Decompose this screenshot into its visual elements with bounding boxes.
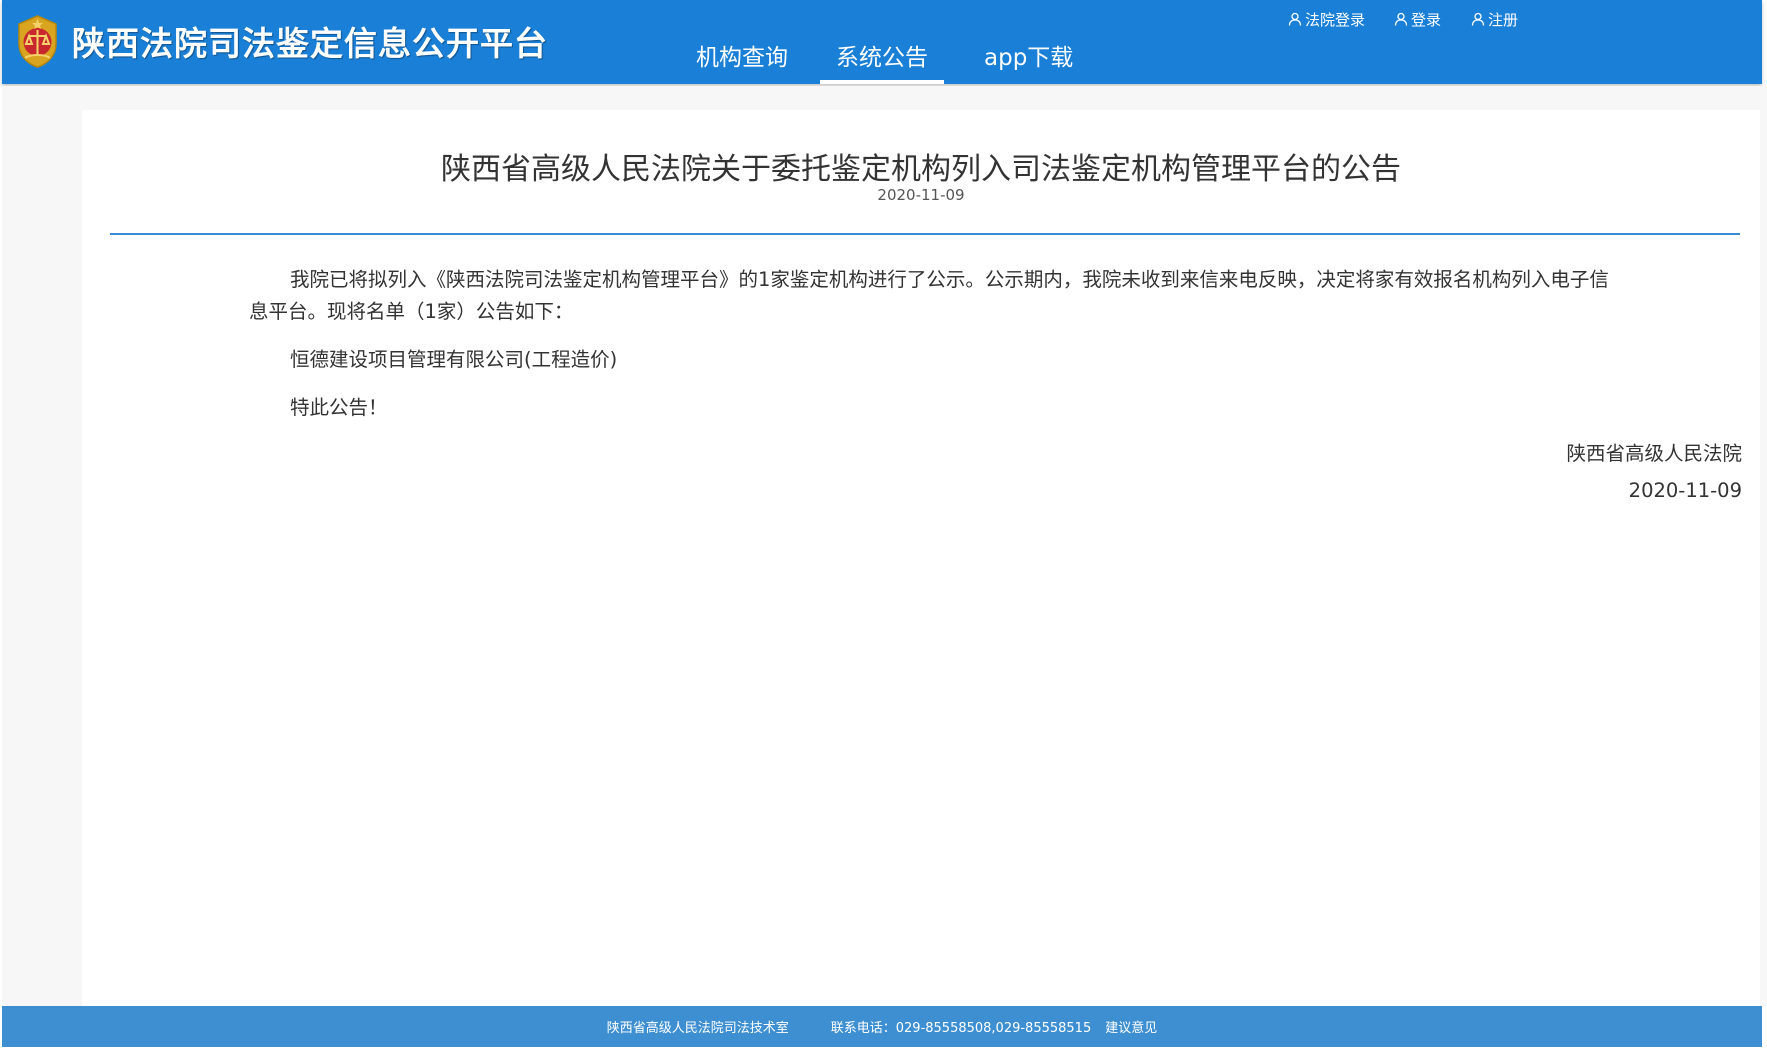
signature-org: 陕西省高级人民法院 <box>1566 442 1742 465</box>
court-emblem-logo[interactable] <box>14 14 61 68</box>
title-divider <box>110 233 1740 235</box>
notice-paragraph: 我院已将拟列入《陕西法院司法鉴定机构管理平台》的1家鉴定机构进行了公示。公示期内… <box>249 268 1609 323</box>
notice-panel: 陕西省高级人民法院关于委托鉴定机构列入司法鉴定机构管理平台的公告 2020-11… <box>82 110 1760 1006</box>
site-header: 陕西法院司法鉴定信息公开平台 机构查询 系统公告 app下载 法院登录 登录 注… <box>2 0 1762 84</box>
nav-system-announcement[interactable]: 系统公告 <box>820 38 944 84</box>
user-icon <box>1288 12 1302 26</box>
footer-org: 陕西省高级人民法院司法技术室 <box>606 1021 789 1036</box>
signature-date: 2020-11-09 <box>1628 479 1742 502</box>
right-gutter <box>1760 86 1767 1006</box>
register-label: 注册 <box>1488 10 1519 29</box>
site-title: 陕西法院司法鉴定信息公开平台 <box>72 24 548 63</box>
court-login-link[interactable]: 法院登录 <box>1288 9 1365 29</box>
notice-date: 2020-11-09 <box>877 186 965 204</box>
site-footer: 陕西省高级人民法院司法技术室 联系电话：029-85558508,029-855… <box>2 1006 1762 1047</box>
nav-app-download[interactable]: app下载 <box>984 38 1073 84</box>
court-login-label: 法院登录 <box>1305 10 1366 29</box>
closing-text: 特此公告！ <box>290 396 388 419</box>
top-gutter <box>82 86 1760 110</box>
user-icon <box>1394 12 1408 26</box>
institution-name: 恒德建设项目管理有限公司(工程造价) <box>290 348 618 371</box>
footer-phone: 联系电话：029-85558508,029-85558515 <box>830 1021 1092 1036</box>
left-gutter <box>2 86 82 1006</box>
suggestion-link[interactable]: 建议意见 <box>1105 1017 1157 1036</box>
notice-title: 陕西省高级人民法院关于委托鉴定机构列入司法鉴定机构管理平台的公告 <box>441 152 1401 187</box>
nav-institution-query[interactable]: 机构查询 <box>696 38 788 84</box>
user-icon <box>1471 12 1485 26</box>
login-link[interactable]: 登录 <box>1394 9 1441 29</box>
register-link[interactable]: 注册 <box>1471 9 1518 29</box>
login-label: 登录 <box>1411 10 1442 29</box>
